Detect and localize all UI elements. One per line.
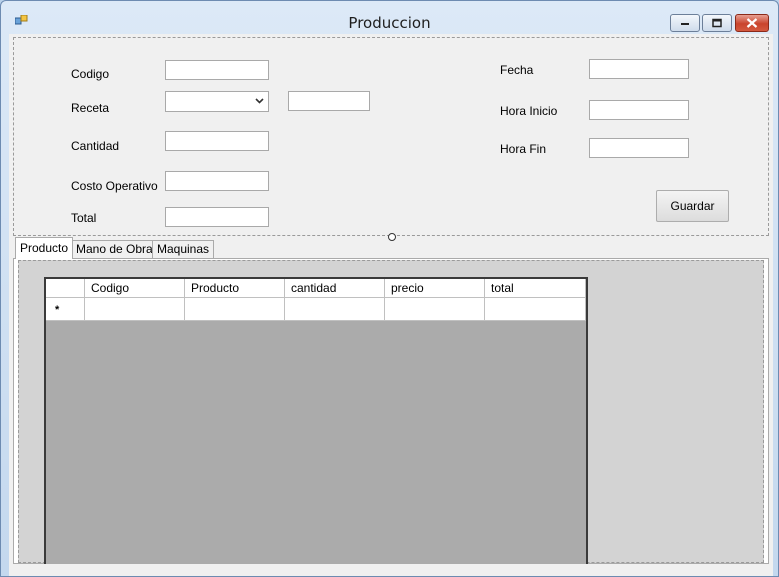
close-icon	[746, 18, 758, 28]
grid-header-row: Codigo Producto cantidad precio total	[46, 279, 586, 298]
cell-total[interactable]	[485, 298, 586, 321]
produccion-window: Produccion Codigo Receta Cantidad Costo …	[0, 0, 779, 577]
receta-extra-input[interactable]	[288, 91, 370, 111]
guardar-button[interactable]: Guardar	[656, 190, 729, 222]
hora-fin-input[interactable]	[589, 138, 689, 158]
header-panel: Codigo Receta Cantidad Costo Operativo T…	[13, 37, 769, 236]
receta-label: Receta	[71, 101, 110, 115]
hora-inicio-label: Hora Inicio	[500, 104, 558, 118]
tab-producto[interactable]: Producto	[15, 237, 74, 259]
column-header-cantidad[interactable]: cantidad	[285, 279, 385, 298]
cell-cantidad[interactable]	[285, 298, 385, 321]
title-bar[interactable]: Produccion	[1, 1, 778, 33]
window-title: Produccion	[348, 14, 431, 32]
tab-strip: Producto Mano de Obra Maquinas	[13, 237, 413, 259]
maximize-button[interactable]	[702, 14, 732, 32]
minimize-button[interactable]	[670, 14, 700, 32]
close-button[interactable]	[735, 14, 769, 32]
receta-combobox[interactable]	[165, 91, 269, 112]
chevron-down-icon	[255, 98, 264, 104]
codigo-label: Codigo	[71, 67, 110, 81]
costo-operativo-label: Costo Operativo	[71, 179, 158, 193]
tab-page-producto: Codigo Producto cantidad precio total *	[13, 258, 769, 564]
costo-operativo-input[interactable]	[165, 171, 269, 191]
grid-corner-header	[46, 279, 85, 298]
cantidad-input[interactable]	[165, 131, 269, 151]
cantidad-label: Cantidad	[71, 139, 120, 153]
cell-precio[interactable]	[385, 298, 485, 321]
column-header-precio[interactable]: precio	[385, 279, 485, 298]
fecha-input[interactable]	[589, 59, 689, 79]
total-label: Total	[71, 211, 97, 225]
total-input[interactable]	[165, 207, 269, 227]
column-header-producto[interactable]: Producto	[185, 279, 285, 298]
tab-page-panel: Codigo Producto cantidad precio total *	[18, 260, 764, 564]
codigo-input[interactable]	[165, 60, 269, 80]
cell-producto[interactable]	[185, 298, 285, 321]
cell-codigo[interactable]	[85, 298, 185, 321]
tab-mano-de-obra[interactable]: Mano de Obra	[71, 240, 158, 259]
productos-datagrid[interactable]: Codigo Producto cantidad precio total *	[44, 277, 588, 564]
minimize-icon	[681, 23, 689, 25]
new-row-header[interactable]: *	[46, 298, 85, 321]
tab-maquinas[interactable]: Maquinas	[152, 240, 215, 259]
client-area: Codigo Receta Cantidad Costo Operativo T…	[9, 34, 773, 576]
new-row-marker: *	[55, 304, 60, 316]
column-header-total[interactable]: total	[485, 279, 586, 298]
hora-inicio-input[interactable]	[589, 100, 689, 120]
fecha-label: Fecha	[500, 63, 534, 77]
status-bar	[9, 570, 773, 576]
table-row[interactable]: *	[46, 298, 586, 321]
hora-fin-label: Hora Fin	[500, 142, 547, 156]
column-header-codigo[interactable]: Codigo	[85, 279, 185, 298]
maximize-icon	[712, 18, 722, 28]
